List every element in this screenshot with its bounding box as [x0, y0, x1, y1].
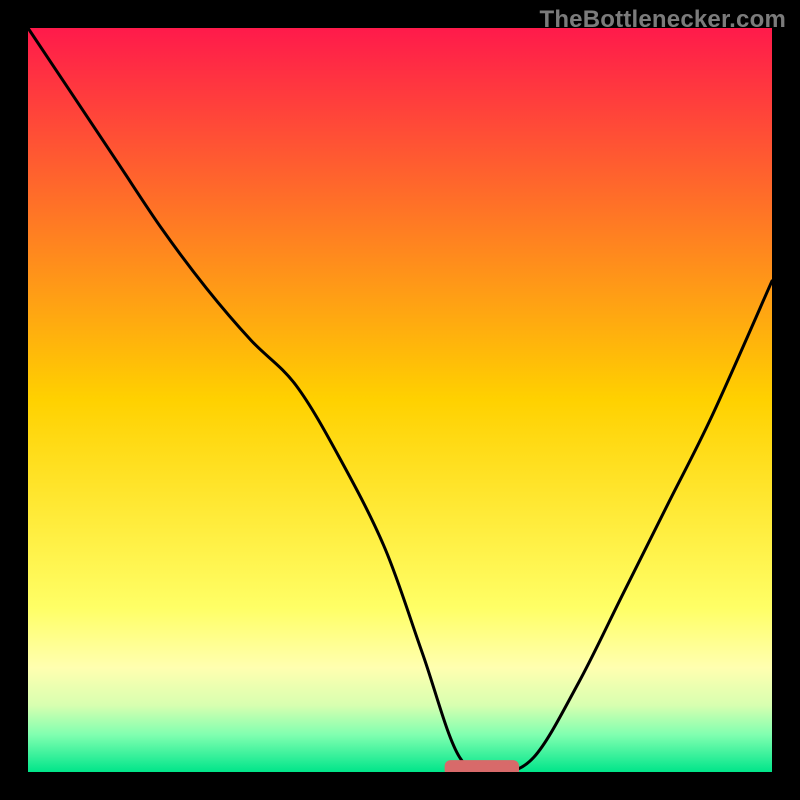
gradient-background	[28, 28, 772, 772]
optimal-marker	[445, 760, 519, 772]
plot-svg	[28, 28, 772, 772]
chart-frame: TheBottlenecker.com	[0, 0, 800, 800]
plot-area	[28, 28, 772, 772]
